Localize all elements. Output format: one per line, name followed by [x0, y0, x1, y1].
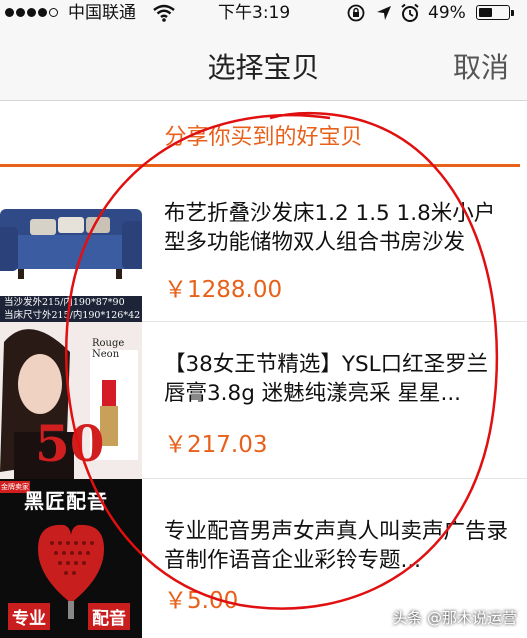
product-thumbnail: Rouge Neon 50	[0, 322, 142, 479]
page-title: 选择宝贝	[207, 51, 320, 84]
signal-dots-icon	[5, 8, 58, 17]
share-prompt: 分享你买到的好宝贝	[164, 125, 363, 150]
caption-line: 当床尺寸外215/内190*126*42	[4, 310, 141, 321]
lipstick-brand-label: Rouge Neon	[92, 338, 125, 360]
product-price: ￥1288.00	[164, 277, 283, 303]
location-arrow-icon	[377, 6, 391, 20]
wifi-icon	[153, 4, 175, 22]
battery-cap	[511, 10, 514, 16]
rotation-lock-icon	[347, 4, 365, 22]
product-thumbnail: 当沙发外215/内190*87*90 当床尺寸外215/内190*126*42	[0, 167, 142, 322]
sofa-size-caption: 当沙发外215/内190*87*90 当床尺寸外215/内190*126*42	[0, 296, 142, 322]
share-header: 分享你买到的好宝贝	[0, 101, 527, 167]
status-bar: 中国联通 下午3:19 49%	[0, 0, 527, 26]
list-item[interactable]: 当沙发外215/内190*87*90 当床尺寸外215/内190*126*42 …	[0, 167, 527, 322]
product-price: ￥5.00	[164, 588, 239, 614]
product-thumbnail: 金牌卖家 黑匠配音 专业 配音	[0, 479, 142, 638]
lipstick-shade-number: 50	[35, 414, 105, 473]
product-price: ￥217.03	[164, 432, 268, 458]
carrier-name: 中国联通	[68, 3, 136, 23]
cancel-button[interactable]: 取消	[453, 46, 509, 86]
voice-label-right: 配音	[88, 603, 130, 630]
voice-brand-label: 黑匠配音	[24, 489, 108, 513]
navigation-bar: 选择宝贝 取消	[0, 26, 527, 101]
status-time: 下午3:19	[218, 3, 291, 23]
battery-percent: 49%	[428, 3, 466, 23]
sofa-image	[0, 167, 142, 297]
product-title: 【38女王节精选】YSL口红圣罗兰唇膏3.8g 迷魅纯漾亮采 星星...	[164, 352, 489, 406]
product-title: 专业配音男声女声真人叫卖声广告录音制作语音企业彩铃专题...	[164, 519, 509, 573]
battery-icon	[476, 5, 510, 20]
product-title: 布艺折叠沙发床1.2 1.5 1.8米小户型多功能储物双人组合书房沙发	[164, 201, 496, 255]
watermark: 头条 @那木说运营	[392, 609, 517, 627]
voice-label-left: 专业	[8, 603, 50, 630]
caption-line: 当沙发外215/内190*87*90	[4, 297, 125, 308]
alarm-icon	[401, 3, 419, 22]
list-item[interactable]: Rouge Neon 50 【38女王节精选】YSL口红圣罗兰唇膏3.8g 迷魅…	[0, 322, 527, 479]
